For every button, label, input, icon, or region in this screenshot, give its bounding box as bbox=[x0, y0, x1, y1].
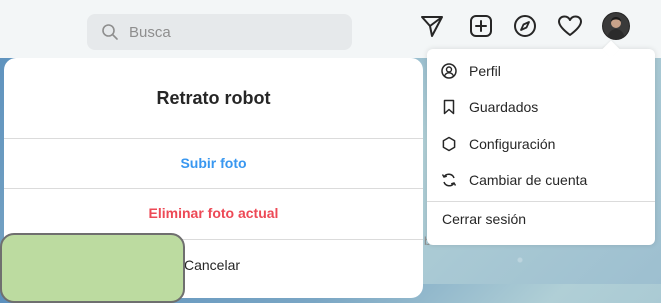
upload-photo-button[interactable]: Subir foto bbox=[4, 139, 423, 187]
avatar[interactable] bbox=[602, 12, 630, 40]
dialog-title: Retrato robot bbox=[156, 87, 271, 108]
search-box[interactable]: Busca bbox=[87, 14, 352, 50]
menu-item-profile[interactable]: Perfil bbox=[427, 53, 655, 89]
menu-item-label: Configuración bbox=[469, 136, 556, 152]
menu-item-label: Cambiar de cuenta bbox=[469, 172, 588, 188]
search-input[interactable]: Busca bbox=[129, 24, 171, 41]
menu-item-saved[interactable]: Guardados bbox=[427, 89, 655, 125]
menu-item-label: Perfil bbox=[469, 63, 501, 79]
settings-icon bbox=[442, 136, 456, 152]
menu-divider bbox=[427, 201, 655, 202]
logout-item[interactable]: Cerrar sesión bbox=[442, 211, 526, 227]
new-post-icon[interactable] bbox=[467, 12, 495, 40]
menu-item-settings[interactable]: Configuración bbox=[427, 126, 655, 162]
menu-item-switch-account[interactable]: Cambiar de cuenta bbox=[427, 162, 655, 198]
overlay-block bbox=[0, 233, 185, 303]
search-icon bbox=[102, 24, 118, 40]
remove-photo-button[interactable]: Eliminar foto actual bbox=[4, 189, 423, 237]
switch-account-icon bbox=[441, 173, 457, 187]
explore-icon[interactable] bbox=[511, 12, 539, 40]
profile-dropdown-menu: Perfil Guardados Configuración Cambiar d… bbox=[427, 49, 655, 245]
activity-heart-icon[interactable] bbox=[556, 12, 584, 40]
send-icon[interactable] bbox=[418, 12, 446, 40]
bookmark-icon bbox=[443, 99, 455, 115]
menu-item-label: Guardados bbox=[469, 99, 539, 115]
avatar-image bbox=[603, 13, 629, 39]
profile-icon bbox=[441, 63, 457, 79]
